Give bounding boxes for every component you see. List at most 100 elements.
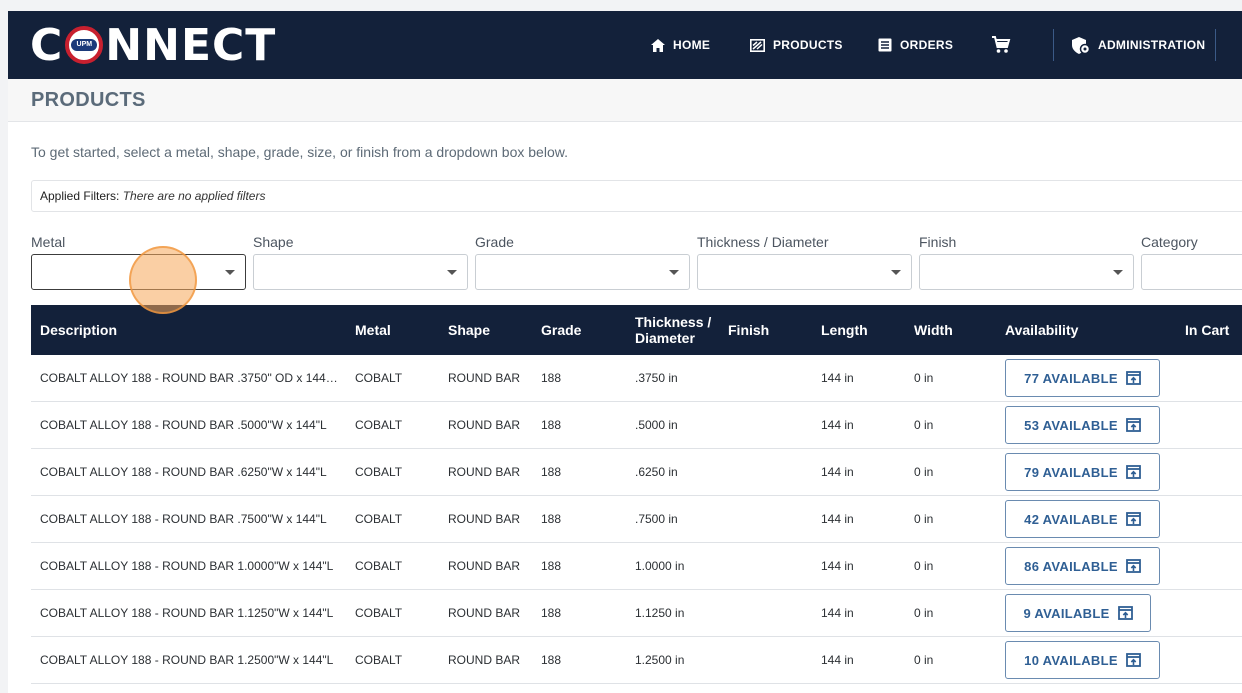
table-row[interactable]: COBALT ALLOY 188 - ROUND BAR .5000"W x 1… [31, 402, 1242, 449]
add-to-cart-icon [1125, 465, 1141, 479]
filter-label-category: Category [1141, 234, 1198, 250]
availability-button[interactable]: 9 AVAILABLE [1005, 594, 1151, 632]
col-width[interactable]: Width [914, 305, 953, 355]
table-row[interactable]: COBALT ALLOY 188 - ROUND BAR .6250"W x 1… [31, 449, 1242, 496]
cell-grade: 188 [541, 559, 562, 573]
cell-length: 144 in [821, 418, 854, 432]
cell-width: 0 in [914, 418, 934, 432]
col-metal[interactable]: Metal [355, 305, 391, 355]
cell-length: 144 in [821, 371, 854, 385]
col-shape[interactable]: Shape [448, 305, 490, 355]
cell-thickness: 1.1250 in [635, 606, 685, 620]
cell-metal: COBALT [355, 606, 403, 620]
connect-logo[interactable]: C UPM NNECT [30, 19, 276, 71]
add-to-cart-icon [1125, 653, 1141, 667]
table-row[interactable]: COBALT ALLOY 188 - ROUND BAR .3750" OD x… [31, 355, 1242, 402]
col-finish[interactable]: Finish [728, 305, 769, 355]
cell-width: 0 in [914, 606, 934, 620]
upm-badge-text: UPM [71, 39, 98, 51]
availability-button[interactable]: 86 AVAILABLE [1005, 547, 1160, 585]
nav-products[interactable]: PRODUCTS [750, 11, 843, 79]
col-description[interactable]: Description [40, 305, 117, 355]
admin-shield-icon [1072, 36, 1090, 54]
logo-letter: C [30, 19, 64, 71]
availability-label: 77 AVAILABLE [1024, 370, 1118, 386]
cell-metal: COBALT [355, 371, 403, 385]
table-row[interactable]: COBALT ALLOY 188 - ROUND BAR .7500"W x 1… [31, 496, 1242, 543]
shape-select[interactable] [253, 254, 468, 290]
cell-width: 0 in [914, 512, 934, 526]
chevron-down-icon [447, 270, 457, 275]
filter-label-shape: Shape [253, 234, 294, 250]
home-icon [651, 38, 665, 52]
chevron-down-icon [1113, 270, 1123, 275]
cell-metal: COBALT [355, 559, 403, 573]
availability-label: 10 AVAILABLE [1024, 652, 1118, 668]
table-row[interactable]: COBALT ALLOY 188 - ROUND BAR 1.2500"W x … [31, 637, 1242, 684]
intro-text: To get started, select a metal, shape, g… [31, 144, 568, 160]
nav-home[interactable]: HOME [651, 11, 710, 79]
finish-select[interactable] [919, 254, 1134, 290]
col-length[interactable]: Length [821, 305, 868, 355]
cell-thickness: 1.0000 in [635, 559, 685, 573]
nav-cart[interactable] [991, 11, 1019, 79]
availability-label: 42 AVAILABLE [1024, 511, 1118, 527]
cell-length: 144 in [821, 653, 854, 667]
add-to-cart-icon [1117, 606, 1133, 620]
add-to-cart-icon [1125, 559, 1141, 573]
cell-description: COBALT ALLOY 188 - ROUND BAR .5000"W x 1… [40, 418, 327, 432]
add-to-cart-icon [1125, 418, 1141, 432]
cell-description: COBALT ALLOY 188 - ROUND BAR 1.1250"W x … [40, 606, 334, 620]
availability-button[interactable]: 79 AVAILABLE [1005, 453, 1160, 491]
thickness-select[interactable] [697, 254, 912, 290]
cell-shape: ROUND BAR [448, 653, 521, 667]
cell-shape: ROUND BAR [448, 512, 521, 526]
cell-metal: COBALT [355, 465, 403, 479]
filter-label-thickness: Thickness / Diameter [697, 234, 829, 250]
nav-administration[interactable]: ADMINISTRATION [1072, 11, 1205, 79]
grade-select[interactable] [475, 254, 690, 290]
cell-shape: ROUND BAR [448, 465, 521, 479]
table-row[interactable]: COBALT ALLOY 188 - ROUND BAR 1.1250"W x … [31, 590, 1242, 637]
cell-width: 0 in [914, 653, 934, 667]
chevron-down-icon [225, 270, 235, 275]
availability-button[interactable]: 42 AVAILABLE [1005, 500, 1160, 538]
nav-products-label: PRODUCTS [773, 38, 843, 52]
category-select[interactable] [1141, 254, 1242, 290]
cell-shape: ROUND BAR [448, 559, 521, 573]
col-availability[interactable]: Availability [1005, 305, 1078, 355]
cell-length: 144 in [821, 559, 854, 573]
cell-description: COBALT ALLOY 188 - ROUND BAR .3750" OD x… [40, 371, 338, 385]
nav-orders-label: ORDERS [900, 38, 954, 52]
metal-select[interactable] [31, 254, 246, 290]
col-in-cart[interactable]: In Cart [1185, 305, 1229, 355]
availability-button[interactable]: 53 AVAILABLE [1005, 406, 1160, 444]
cell-length: 144 in [821, 606, 854, 620]
cell-grade: 188 [541, 653, 562, 667]
cell-grade: 188 [541, 418, 562, 432]
applied-filters-bar: Applied Filters: There are no applied fi… [31, 180, 1242, 212]
filter-label-grade: Grade [475, 234, 514, 250]
cell-shape: ROUND BAR [448, 418, 521, 432]
availability-label: 79 AVAILABLE [1024, 464, 1118, 480]
cell-width: 0 in [914, 465, 934, 479]
cell-grade: 188 [541, 512, 562, 526]
cell-shape: ROUND BAR [448, 371, 521, 385]
app-window: C UPM NNECT HOME PRODUCTS ORDERS ADMINIS… [8, 11, 1242, 693]
cell-grade: 188 [541, 606, 562, 620]
cell-thickness: .7500 in [635, 512, 678, 526]
top-nav-bar: C UPM NNECT HOME PRODUCTS ORDERS ADMINIS… [8, 11, 1242, 79]
cell-length: 144 in [821, 512, 854, 526]
availability-label: 53 AVAILABLE [1024, 417, 1118, 433]
cell-description: COBALT ALLOY 188 - ROUND BAR 1.0000"W x … [40, 559, 334, 573]
col-thickness-diameter[interactable]: Thickness / Diameter [635, 305, 721, 355]
orders-icon [878, 38, 892, 52]
add-to-cart-icon [1125, 371, 1141, 385]
applied-filters-value: There are no applied filters [122, 189, 266, 203]
table-row[interactable]: COBALT ALLOY 188 - ROUND BAR 1.0000"W x … [31, 543, 1242, 590]
availability-button[interactable]: 77 AVAILABLE [1005, 359, 1160, 397]
availability-button[interactable]: 10 AVAILABLE [1005, 641, 1160, 679]
col-grade[interactable]: Grade [541, 305, 581, 355]
nav-orders[interactable]: ORDERS [878, 11, 953, 79]
availability-label: 86 AVAILABLE [1024, 558, 1118, 574]
